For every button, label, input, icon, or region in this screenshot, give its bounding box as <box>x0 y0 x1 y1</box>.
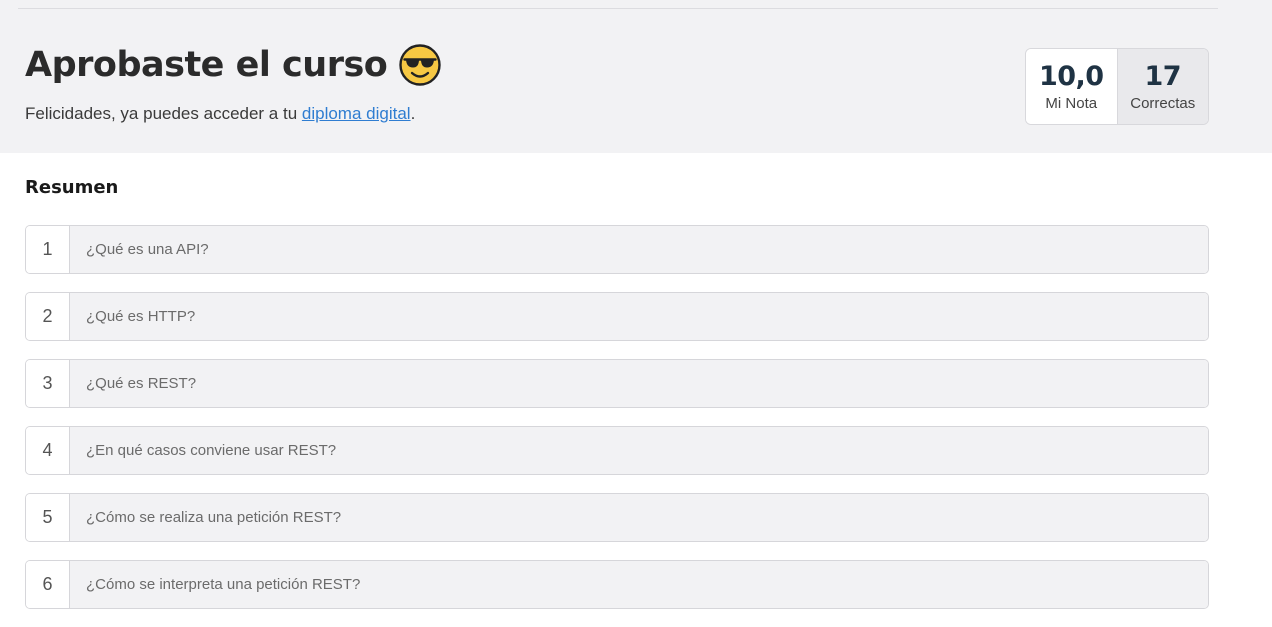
summary-heading: Resumen <box>25 177 119 198</box>
grade-cell: 10,0 Mi Nota <box>1026 49 1118 124</box>
divider <box>18 8 1218 9</box>
result-title: Aprobaste el curso <box>25 44 442 86</box>
question-list: 1 ¿Qué es una API? 2 ¿Qué es HTTP? 3 ¿Qu… <box>25 225 1209 627</box>
result-subtitle: Felicidades, ya puedes acceder a tu dipl… <box>25 104 415 124</box>
question-number: 6 <box>26 561 70 608</box>
question-text: ¿Cómo se interpreta una petición REST? <box>70 561 1208 608</box>
result-header: Aprobaste el curso Felicidades, ya puede… <box>0 0 1272 153</box>
diploma-link[interactable]: diploma digital <box>302 104 411 123</box>
correct-value: 17 <box>1144 60 1182 92</box>
grade-value: 10,0 <box>1038 60 1104 92</box>
correct-label: Correctas <box>1130 94 1196 112</box>
score-box: 10,0 Mi Nota 17 Correctas <box>1025 48 1209 125</box>
question-item[interactable]: 6 ¿Cómo se interpreta una petición REST? <box>25 560 1209 609</box>
question-text: ¿Qué es una API? <box>70 226 1208 273</box>
result-title-text: Aprobaste el curso <box>25 45 388 85</box>
question-number: 4 <box>26 427 70 474</box>
question-text: ¿Qué es REST? <box>70 360 1208 407</box>
smiling-face-with-sunglasses-icon <box>399 44 442 86</box>
question-number: 1 <box>26 226 70 273</box>
question-item[interactable]: 3 ¿Qué es REST? <box>25 359 1209 408</box>
question-item[interactable]: 1 ¿Qué es una API? <box>25 225 1209 274</box>
subtitle-period: . <box>410 104 416 123</box>
question-number: 2 <box>26 293 70 340</box>
question-item[interactable]: 4 ¿En qué casos conviene usar REST? <box>25 426 1209 475</box>
question-item[interactable]: 2 ¿Qué es HTTP? <box>25 292 1209 341</box>
question-number: 5 <box>26 494 70 541</box>
question-text: ¿Cómo se realiza una petición REST? <box>70 494 1208 541</box>
question-number: 3 <box>26 360 70 407</box>
question-text: ¿Qué es HTTP? <box>70 293 1208 340</box>
correct-cell: 17 Correctas <box>1117 49 1208 124</box>
subtitle-text: Felicidades, ya puedes acceder a tu <box>25 104 302 123</box>
question-item[interactable]: 5 ¿Cómo se realiza una petición REST? <box>25 493 1209 542</box>
grade-label: Mi Nota <box>1045 94 1098 112</box>
question-text: ¿En qué casos conviene usar REST? <box>70 427 1208 474</box>
